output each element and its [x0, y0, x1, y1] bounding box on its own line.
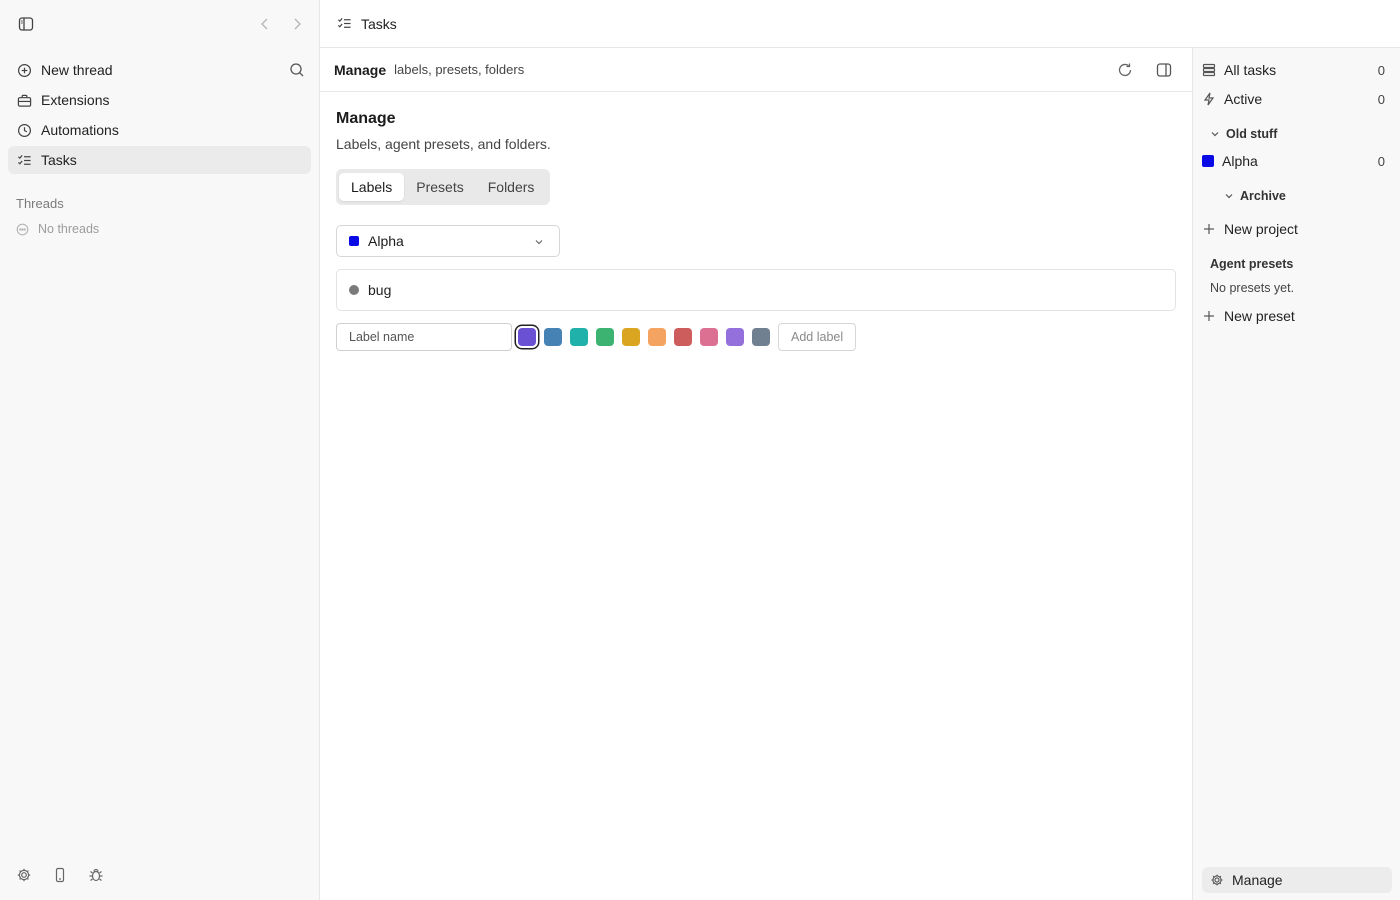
page-title: Tasks	[361, 15, 397, 32]
nav-all-tasks-count: 0	[1377, 62, 1385, 78]
chevron-down-icon	[533, 236, 545, 248]
sidebar-footer	[16, 867, 104, 883]
sidebar-item-label: Tasks	[41, 152, 77, 168]
gear-icon	[1210, 873, 1224, 887]
new-project-label: New project	[1224, 221, 1298, 237]
bug-icon[interactable]	[88, 867, 104, 883]
chevron-right-icon[interactable]	[290, 16, 304, 32]
new-preset-button[interactable]: New preset	[1202, 304, 1392, 328]
chevron-down-icon	[1224, 191, 1234, 201]
search-icon[interactable]	[289, 62, 305, 78]
project-alpha-label: Alpha	[1222, 153, 1258, 169]
manage-button[interactable]: Manage	[1202, 867, 1392, 893]
project-select[interactable]: Alpha	[336, 225, 560, 257]
color-swatch-1[interactable]	[518, 328, 536, 346]
chevron-left-icon[interactable]	[258, 16, 272, 32]
color-swatch-7[interactable]	[674, 328, 692, 346]
tab-presets[interactable]: Presets	[404, 173, 475, 201]
threads-heading: Threads	[16, 196, 64, 211]
main-header-subtitle: labels, presets, folders	[394, 62, 525, 77]
mobile-phone-icon[interactable]	[52, 867, 68, 883]
gear-icon[interactable]	[16, 867, 32, 883]
threads-empty-label: No threads	[38, 222, 100, 236]
right-panel: All tasks 0 Active 0 Old stuff Alpha 0 A…	[1192, 48, 1400, 900]
checklist-icon	[17, 153, 32, 168]
color-swatch-6[interactable]	[648, 328, 666, 346]
stack-icon	[1202, 63, 1216, 77]
color-picker	[518, 328, 770, 346]
tab-labels[interactable]: Labels	[339, 173, 405, 201]
project-color-swatch	[1202, 155, 1214, 167]
project-alpha[interactable]: Alpha 0	[1202, 149, 1392, 173]
group-archive[interactable]: Archive	[1224, 189, 1286, 203]
agent-presets-heading: Agent presets	[1210, 257, 1294, 271]
lightning-icon	[1202, 92, 1216, 106]
chevron-down-icon	[1210, 129, 1220, 139]
threads-empty: No threads	[16, 222, 99, 236]
label-color-dot	[349, 285, 359, 295]
main-header-title: Manage	[334, 61, 387, 78]
label-row[interactable]: bug	[336, 269, 1176, 311]
new-preset-label: New preset	[1224, 308, 1295, 324]
group-old-stuff[interactable]: Old stuff	[1210, 127, 1277, 141]
color-swatch-8[interactable]	[700, 328, 718, 346]
color-swatch-5[interactable]	[622, 328, 640, 346]
plus-icon	[1202, 222, 1216, 236]
nav-all-tasks[interactable]: All tasks 0	[1202, 58, 1392, 82]
chat-bubble-icon	[16, 223, 29, 236]
sidebar-toggle-icon[interactable]	[18, 16, 34, 32]
new-project-button[interactable]: New project	[1202, 217, 1392, 241]
color-swatch-10[interactable]	[752, 328, 770, 346]
sidebar-item-label: Extensions	[41, 92, 110, 108]
sidebar-item-extensions[interactable]: Extensions	[8, 86, 311, 114]
clock-icon	[17, 123, 32, 138]
top-header: Tasks	[320, 0, 1400, 48]
project-alpha-count: 0	[1377, 153, 1385, 169]
left-sidebar: New thread Extensions Automations Tasks …	[0, 0, 320, 900]
manage-tabs: Labels Presets Folders	[336, 169, 550, 205]
new-label-form: Add label	[336, 323, 857, 351]
section-title: Manage	[336, 110, 396, 127]
project-color-swatch	[349, 236, 359, 246]
sidebar-item-label: New thread	[41, 62, 113, 78]
plus-icon	[1202, 309, 1216, 323]
agent-presets-empty: No presets yet.	[1210, 281, 1295, 295]
plus-circle-icon	[17, 63, 32, 78]
project-select-value: Alpha	[368, 233, 404, 249]
main-header: Manage labels, presets, folders	[320, 48, 1193, 92]
main-panel: Manage labels, presets, folders Manage L…	[320, 48, 1193, 900]
color-swatch-4[interactable]	[596, 328, 614, 346]
nav-active-label: Active	[1224, 91, 1263, 107]
color-swatch-3[interactable]	[570, 328, 588, 346]
group-old-stuff-label: Old stuff	[1226, 127, 1278, 141]
nav-active[interactable]: Active 0	[1202, 87, 1392, 111]
nav-active-count: 0	[1377, 91, 1385, 107]
manage-button-label: Manage	[1232, 872, 1283, 888]
toolbox-icon	[17, 93, 32, 108]
section-subtitle: Labels, agent presets, and folders.	[336, 136, 551, 152]
label-name: bug	[368, 282, 392, 298]
sidebar-item-label: Automations	[41, 122, 119, 138]
side-panel-toggle-icon[interactable]	[1156, 62, 1172, 78]
checklist-icon	[337, 16, 352, 31]
label-name-input[interactable]	[336, 323, 512, 351]
sidebar-item-new-thread[interactable]: New thread	[8, 56, 311, 84]
nav-all-tasks-label: All tasks	[1224, 62, 1277, 78]
sidebar-item-tasks[interactable]: Tasks	[8, 146, 311, 174]
add-label-button[interactable]: Add label	[778, 323, 857, 351]
sidebar-toolbar	[0, 0, 320, 48]
sidebar-item-automations[interactable]: Automations	[8, 116, 311, 144]
tab-folders[interactable]: Folders	[476, 173, 547, 201]
color-swatch-2[interactable]	[544, 328, 562, 346]
refresh-icon[interactable]	[1117, 62, 1133, 78]
group-archive-label: Archive	[1240, 189, 1286, 203]
color-swatch-9[interactable]	[726, 328, 744, 346]
